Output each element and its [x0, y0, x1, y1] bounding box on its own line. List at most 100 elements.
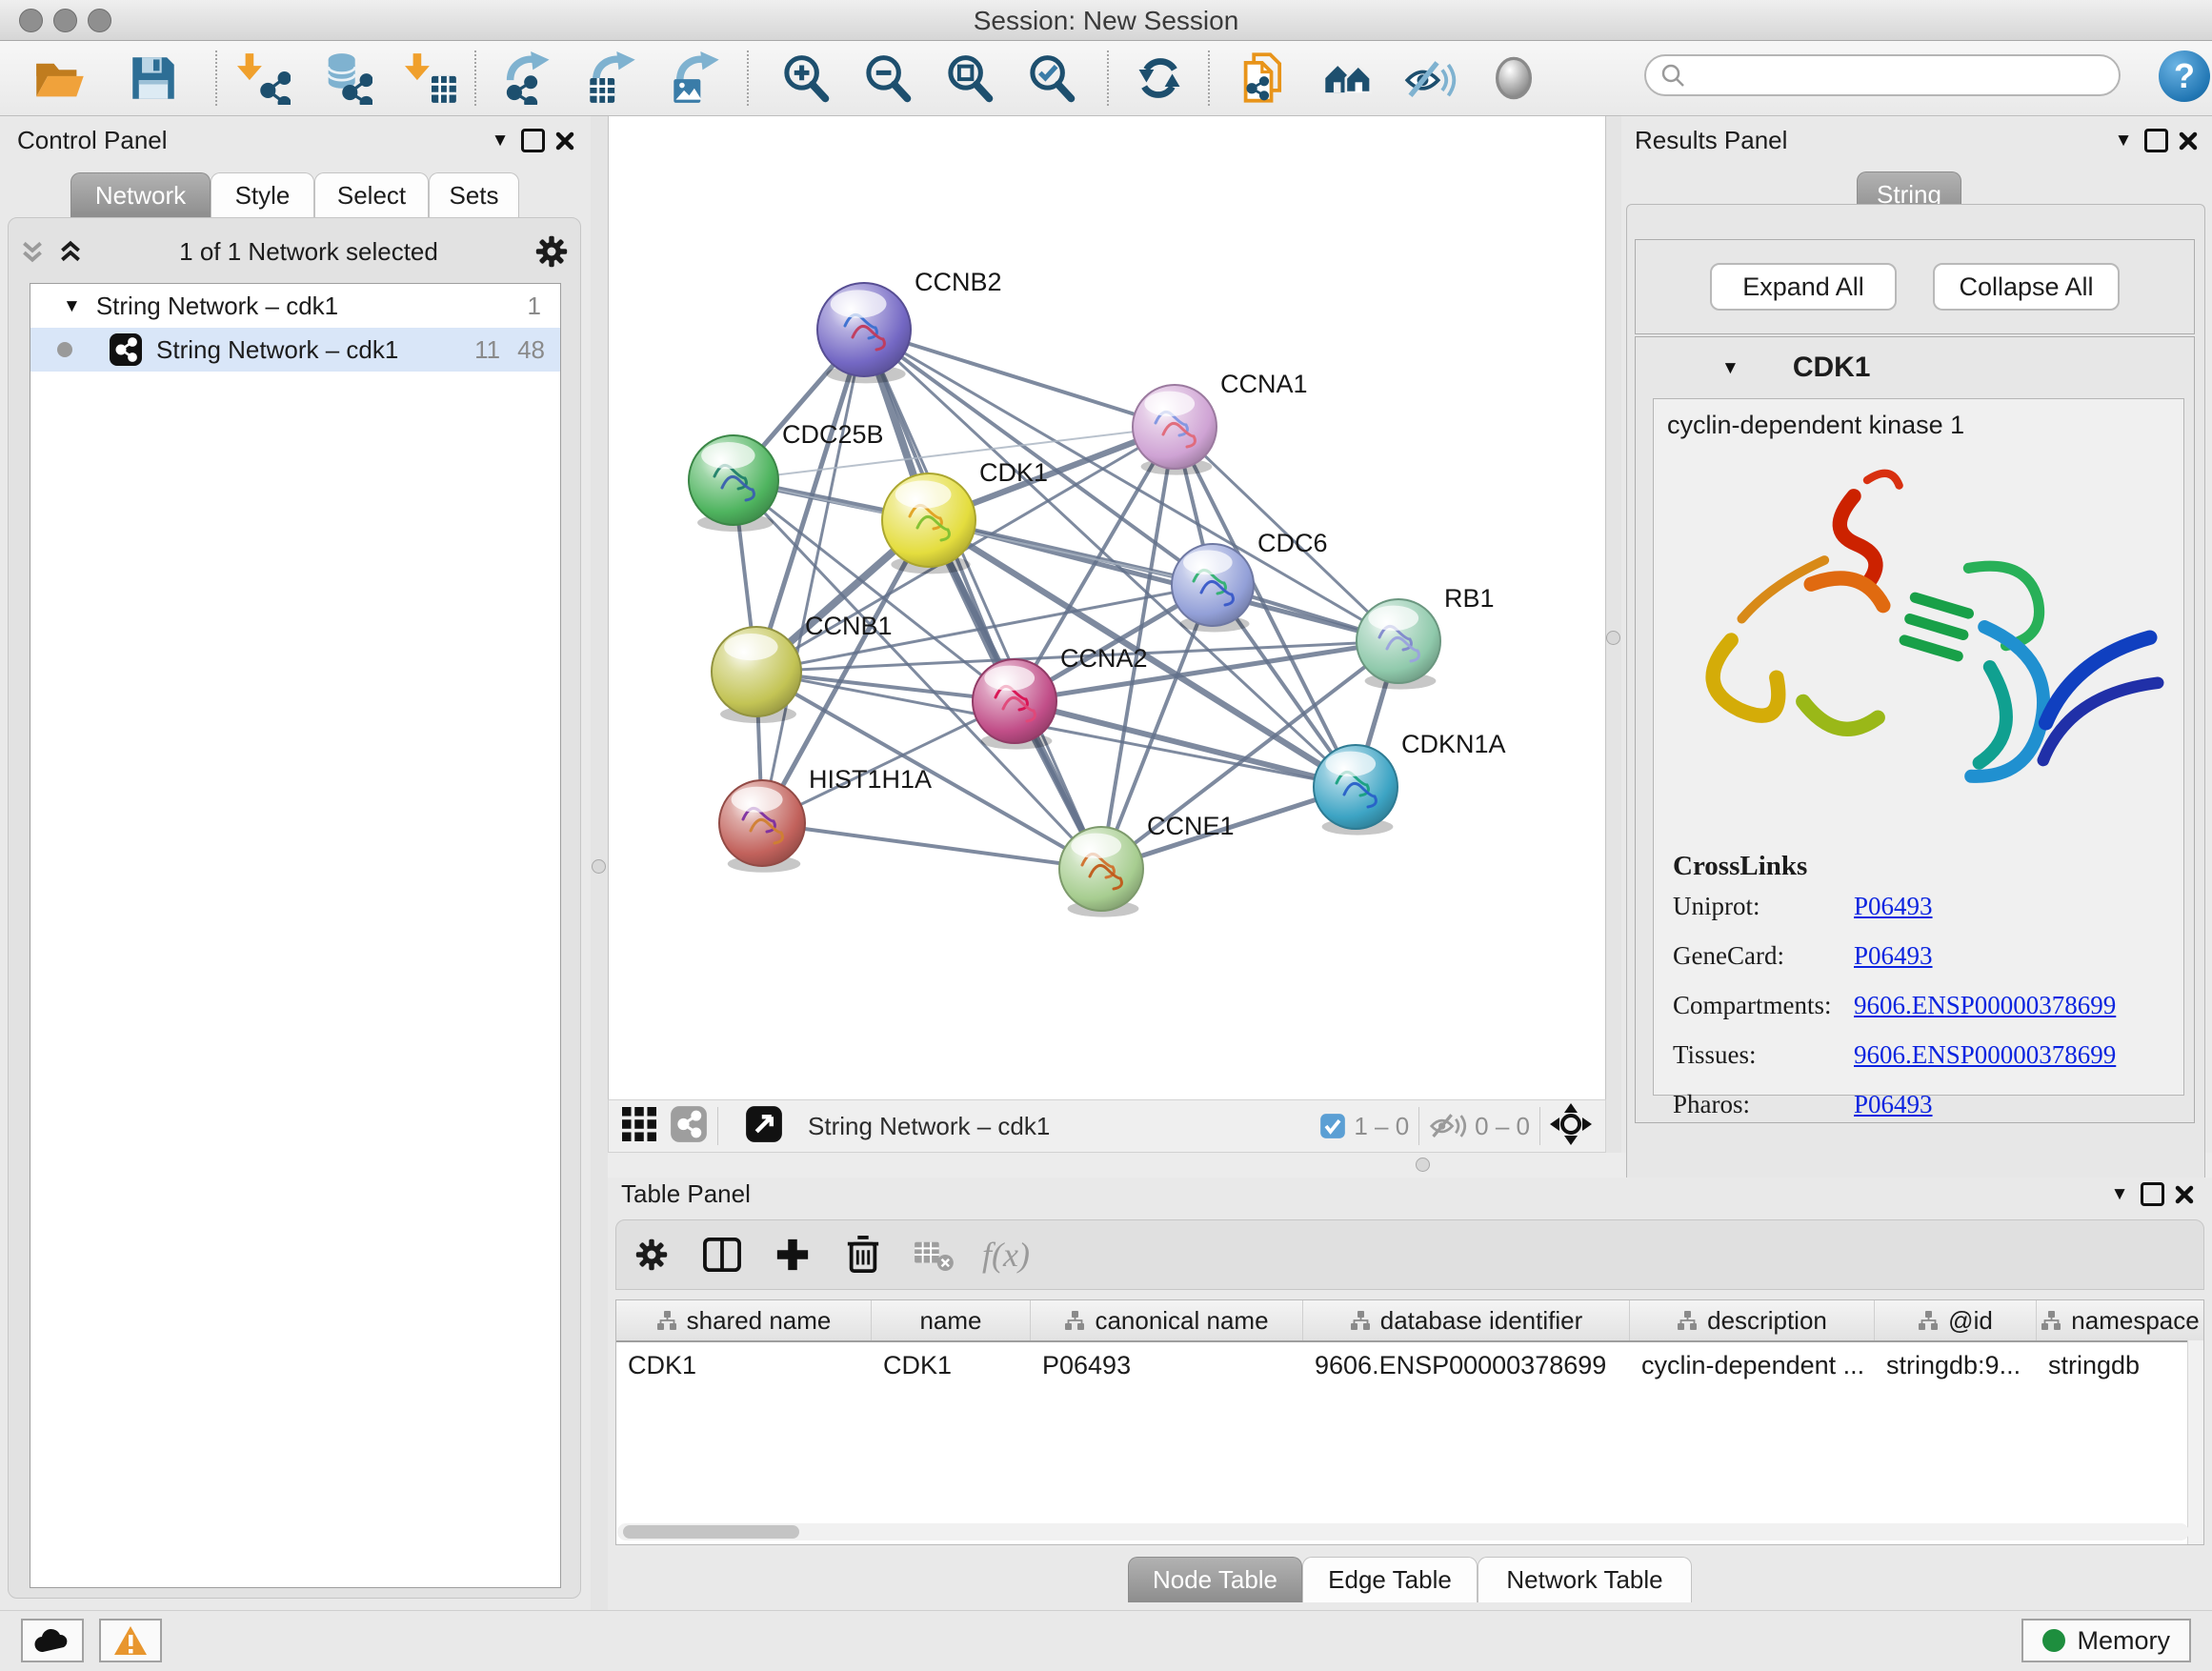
tab-network[interactable]: Network — [70, 172, 211, 218]
string-home-button[interactable] — [1317, 47, 1379, 110]
tab-network-table[interactable]: Network Table — [1478, 1557, 1692, 1602]
table-cell[interactable]: P06493 — [1031, 1351, 1303, 1380]
table-cell[interactable]: CDK1 — [872, 1351, 1031, 1380]
column-header-name[interactable]: name — [872, 1300, 1031, 1340]
network-view-share-button[interactable] — [670, 1105, 708, 1148]
help-button[interactable]: ? — [2159, 50, 2210, 102]
collapse-all-button[interactable]: Collapse All — [1933, 263, 2120, 311]
crosslink-link[interactable]: 9606.ENSP00000378699 — [1854, 991, 2116, 1020]
column-header-namespace[interactable]: namespace — [2037, 1300, 2204, 1340]
zoom-fit-button[interactable] — [937, 47, 1000, 110]
network-edge-CCNB2-CCNA1[interactable] — [864, 330, 1175, 427]
splitter-handle[interactable] — [1606, 631, 1620, 645]
apply-layout-button[interactable] — [1128, 47, 1191, 110]
detach-view-button[interactable] — [745, 1105, 783, 1148]
create-column-button[interactable] — [757, 1237, 828, 1273]
tab-style[interactable]: Style — [211, 172, 314, 218]
crosslink-link[interactable]: P06493 — [1854, 892, 1933, 921]
network-node-CDC25B[interactable] — [689, 435, 778, 532]
network-row[interactable]: String Network – cdk1 11 48 — [30, 328, 560, 372]
collapse-panel-button[interactable]: ▼ — [2103, 1180, 2136, 1209]
save-session-button[interactable] — [122, 47, 185, 110]
splitter-handle[interactable] — [592, 859, 606, 874]
tab-node-table[interactable]: Node Table — [1128, 1557, 1302, 1602]
column-header-description[interactable]: description — [1630, 1300, 1875, 1340]
column-header--id[interactable]: @id — [1875, 1300, 2037, 1340]
vertical-scrollbar[interactable] — [2187, 1340, 2203, 1544]
float-panel-button[interactable] — [2140, 127, 2172, 155]
import-network-database-button[interactable] — [314, 47, 377, 110]
collapse-panel-button[interactable]: ▼ — [484, 127, 516, 155]
memory-button[interactable]: Memory — [2021, 1619, 2191, 1662]
show-glass-ball-button[interactable] — [1482, 47, 1545, 110]
selected-checkbox-icon[interactable] — [1319, 1113, 1346, 1139]
column-header-canonical-name[interactable]: canonical name — [1031, 1300, 1303, 1340]
birds-eye-view-button[interactable] — [1550, 1103, 1592, 1150]
expand-all-icon[interactable] — [58, 238, 83, 265]
zoom-out-button[interactable] — [855, 47, 918, 110]
close-panel-button[interactable] — [2172, 127, 2204, 155]
network-edge-HIST1H1A-CCNE1[interactable] — [762, 823, 1101, 869]
expand-all-button[interactable]: Expand All — [1710, 263, 1897, 311]
gear-icon[interactable] — [534, 234, 569, 269]
disclosure-triangle-icon[interactable]: ▼ — [63, 297, 81, 315]
crosslink-link[interactable]: P06493 — [1854, 941, 1933, 971]
crosslink-link[interactable]: P06493 — [1854, 1090, 1933, 1119]
network-node-CDKN1A[interactable] — [1314, 745, 1398, 836]
network-node-RB1[interactable] — [1357, 599, 1440, 690]
splitter-handle[interactable] — [1416, 1158, 1430, 1172]
network-canvas[interactable]: CCNB2CCNA1CDC25BCDK1CDC6RB1CCNB1CCNA2CDK… — [608, 116, 1606, 1099]
left-splitter[interactable] — [591, 116, 608, 1610]
close-panel-button[interactable] — [549, 127, 581, 155]
tab-edge-table[interactable]: Edge Table — [1302, 1557, 1478, 1602]
node-result-header[interactable]: ▼ CDK1 — [1636, 337, 2194, 398]
cloud-status-button[interactable] — [21, 1619, 84, 1662]
table-cell[interactable]: CDK1 — [616, 1351, 872, 1380]
network-node-CDC6[interactable] — [1172, 544, 1254, 632]
warnings-button[interactable] — [99, 1619, 162, 1662]
string-import-button[interactable] — [1233, 47, 1296, 110]
network-node-CDK1[interactable] — [882, 473, 975, 574]
network-node-CCNA1[interactable] — [1133, 385, 1217, 475]
scrollbar-thumb[interactable] — [623, 1525, 799, 1539]
network-node-CCNB1[interactable] — [712, 627, 801, 723]
import-network-file-button[interactable] — [232, 47, 295, 110]
column-header-shared-name[interactable]: shared name — [616, 1300, 872, 1340]
search-input[interactable] — [1644, 54, 2121, 96]
export-table-button[interactable] — [581, 47, 644, 110]
table-cell[interactable]: cyclin-dependent ... — [1630, 1351, 1875, 1380]
table-cell[interactable]: 9606.ENSP00000378699 — [1303, 1351, 1630, 1380]
table-cell[interactable]: stringdb:9... — [1875, 1351, 2037, 1380]
table-row[interactable]: CDK1CDK1P064939606.ENSP00000378699cyclin… — [616, 1342, 2203, 1388]
show-columns-button[interactable] — [687, 1237, 757, 1273]
delete-column-button[interactable] — [828, 1235, 898, 1275]
tab-sets[interactable]: Sets — [429, 172, 519, 218]
export-network-button[interactable] — [497, 47, 560, 110]
collapse-all-icon[interactable] — [20, 238, 45, 265]
tab-select[interactable]: Select — [314, 172, 429, 218]
open-session-button[interactable] — [29, 47, 91, 110]
collapse-panel-button[interactable]: ▼ — [2107, 127, 2140, 155]
crosslink-link[interactable]: 9606.ENSP00000378699 — [1854, 1040, 2116, 1070]
zoom-in-button[interactable] — [774, 47, 836, 110]
node-label-CDKN1A: CDKN1A — [1401, 730, 1506, 758]
crosslink-row: Pharos:P06493 — [1673, 1090, 2183, 1119]
column-header-database-identifier[interactable]: database identifier — [1303, 1300, 1630, 1340]
network-edge-CCNB2-HIST1H1A[interactable] — [762, 330, 864, 823]
table-cell[interactable]: stringdb — [2037, 1351, 2204, 1380]
close-panel-button[interactable] — [2168, 1180, 2201, 1209]
hide-glass-button[interactable] — [1398, 47, 1461, 110]
network-node-HIST1H1A[interactable] — [719, 780, 805, 873]
right-splitter[interactable] — [1606, 116, 1621, 1153]
import-table-button[interactable] — [400, 47, 463, 110]
float-panel-button[interactable] — [2136, 1180, 2168, 1209]
zoom-selected-button[interactable] — [1019, 47, 1082, 110]
horizontal-scrollbar[interactable] — [617, 1523, 2189, 1540]
table-settings-button[interactable] — [616, 1238, 687, 1272]
export-image-button[interactable] — [665, 47, 728, 110]
network-collection-row[interactable]: ▼ String Network – cdk1 1 — [30, 284, 560, 328]
float-panel-button[interactable] — [516, 127, 549, 155]
network-node-CCNA2[interactable] — [973, 659, 1056, 750]
network-node-CCNE1[interactable] — [1059, 827, 1143, 917]
grid-view-button[interactable] — [622, 1107, 656, 1146]
